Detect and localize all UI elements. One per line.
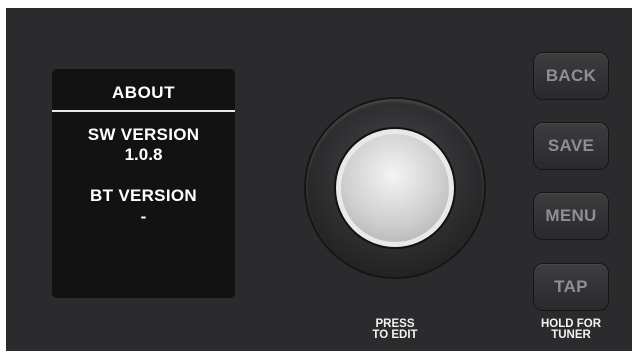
knob-caption-line2: TO EDIT <box>372 329 418 341</box>
bt-version-label: BT VERSION <box>90 186 197 205</box>
sw-version-value: 1.0.8 <box>124 145 163 164</box>
knob-caption: PRESS TO EDIT <box>355 318 435 341</box>
tap-caption-line2: TUNER <box>551 329 591 341</box>
tap-caption: HOLD FOR TUNER <box>527 318 615 341</box>
back-button[interactable]: BACK <box>534 53 608 99</box>
save-button[interactable]: SAVE <box>534 123 608 169</box>
tap-button[interactable]: TAP <box>534 264 608 310</box>
sw-version-label: SW VERSION <box>87 125 200 144</box>
menu-button[interactable]: MENU <box>534 193 608 239</box>
screen-title: ABOUT <box>112 83 175 102</box>
screen-divider <box>52 110 235 112</box>
encoder-knob-button[interactable] <box>341 134 449 242</box>
display-screen: ABOUT SW VERSION 1.0.8 BT VERSION - <box>52 69 235 298</box>
bt-version-value: - <box>140 207 147 226</box>
